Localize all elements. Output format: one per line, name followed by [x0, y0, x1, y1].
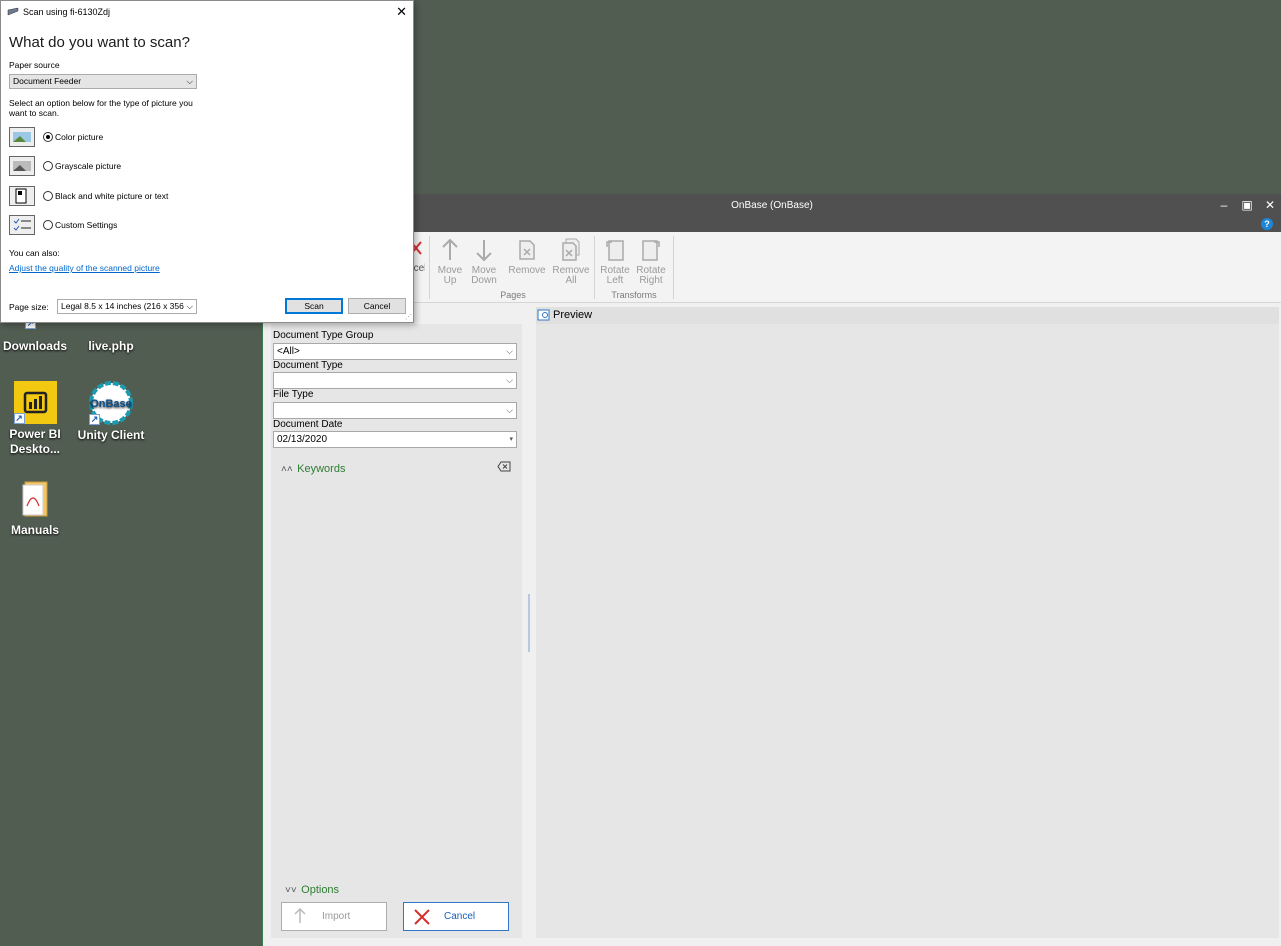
desktop-icon-label: live.php	[88, 339, 134, 353]
desktop-icon-label: Manuals	[10, 523, 59, 537]
remove-page-icon	[519, 240, 535, 260]
rotate-right-button[interactable]: Rotate Right	[635, 238, 667, 286]
page-size-select[interactable]: Legal 8.5 x 14 inches (216 x 356 ⌵	[57, 299, 197, 314]
scan-button[interactable]: Scan	[285, 298, 343, 314]
move-up-button[interactable]: Move Up	[435, 238, 465, 286]
remove-all-icon	[562, 238, 580, 261]
file-type-select[interactable]: ⌵	[273, 402, 517, 419]
custom-settings-radio[interactable]	[43, 220, 53, 230]
paper-source-label: Paper source	[9, 60, 60, 70]
desktop-icon-power-bi[interactable]: ↗ Power BI Deskto...	[0, 381, 73, 457]
black-white-picture-icon	[9, 186, 35, 206]
black-white-picture-label[interactable]: Black and white picture or text	[55, 191, 168, 201]
remove-button[interactable]: Remove	[507, 238, 547, 276]
rotate-right-icon	[642, 240, 660, 261]
window-title: OnBase (OnBase)	[731, 200, 813, 211]
color-picture-label[interactable]: Color picture	[55, 132, 103, 142]
doc-type-group-select[interactable]: <All> ⌵	[273, 343, 517, 360]
resize-grip[interactable]: ⋰	[405, 313, 412, 321]
instruction-text: Select an option below for the type of p…	[9, 98, 193, 118]
move-down-button[interactable]: Move Down	[469, 238, 499, 286]
desktop-icon-unity-client[interactable]: OnBase ↗ Unity Client	[73, 381, 149, 443]
doc-date-label: Document Date	[273, 419, 343, 430]
cancel-x-icon	[414, 909, 430, 925]
chevron-down-icon: ⌵	[506, 346, 513, 356]
desktop-icon-label: Unity Client	[77, 428, 145, 442]
preview-pane	[536, 324, 1279, 938]
file-type-label: File Type	[273, 389, 314, 400]
dialog-title: Scan using fi-6130Zdj	[23, 7, 111, 17]
preview-header: Preview	[536, 307, 1279, 324]
ribbon: cel MoveUp MoveDown Remove RemoveAll Pag…	[263, 232, 1281, 303]
preview-icon	[537, 309, 550, 321]
remove-all-button[interactable]: Remove All	[551, 238, 591, 286]
arrow-up-icon	[294, 908, 306, 923]
close-button[interactable]: ✕	[1259, 197, 1281, 213]
dialog-cancel-button[interactable]: Cancel	[348, 298, 406, 314]
doc-type-group-label: Document Type Group	[273, 330, 374, 341]
grayscale-picture-icon	[9, 156, 35, 176]
color-picture-radio[interactable]	[43, 132, 53, 142]
chevron-down-icon: ⌵	[506, 405, 513, 415]
grayscale-picture-radio[interactable]	[43, 161, 53, 171]
pages-group-label: Pages	[500, 290, 526, 300]
custom-settings-label[interactable]: Custom Settings	[55, 220, 117, 230]
arrow-down-icon	[476, 240, 492, 262]
doc-type-label: Document Type	[273, 360, 343, 371]
chevron-down-double-icon: ˅˅	[285, 885, 297, 896]
minimize-button[interactable]: –	[1213, 197, 1235, 213]
keywords-toggle[interactable]: ˄˄ Keywords	[281, 459, 345, 477]
rotate-left-icon	[606, 240, 624, 261]
help-icon[interactable]: ?	[1261, 218, 1273, 230]
import-properties-panel: Document Type Group <All> ⌵ Document Type…	[271, 324, 522, 938]
chevron-up-double-icon: ˄˄	[281, 464, 293, 475]
pdf-folder-icon	[13, 478, 57, 520]
desktop-icon-manuals[interactable]: Manuals	[0, 478, 73, 538]
dialog-heading: What do you want to scan?	[9, 34, 190, 51]
color-picture-icon	[9, 127, 35, 147]
page-size-label: Page size:	[9, 302, 49, 312]
onbase-window: OnBase (OnBase) – ▣ ✕ ? cel MoveUp MoveD…	[262, 194, 1281, 946]
paper-source-select[interactable]: Document Feeder ⌵	[9, 74, 197, 89]
doc-date-input[interactable]: 02/13/2020 ▾	[273, 431, 517, 448]
cancel-button[interactable]: Cancel	[403, 902, 509, 931]
dialog-title-bar: Scan using fi-6130Zdj ✕	[1, 1, 413, 25]
clear-keywords-icon[interactable]	[497, 459, 511, 472]
power-bi-icon: ↗	[13, 381, 57, 424]
panel-splitter[interactable]	[528, 594, 530, 652]
grayscale-picture-label[interactable]: Grayscale picture	[55, 161, 121, 171]
chevron-down-icon: ⌵	[186, 300, 193, 313]
you-can-also-text: You can also:	[9, 248, 60, 258]
maximize-button[interactable]: ▣	[1236, 197, 1258, 213]
black-white-picture-radio[interactable]	[43, 191, 53, 201]
transforms-group-label: Transforms	[611, 290, 657, 300]
close-icon[interactable]: ✕	[396, 1, 407, 23]
import-button[interactable]: Import	[281, 902, 387, 931]
rotate-left-button[interactable]: Rotate Left	[599, 238, 631, 286]
arrow-up-icon	[442, 238, 458, 260]
chevron-down-icon: ⌵	[506, 375, 513, 385]
custom-settings-icon	[9, 215, 35, 235]
scan-dialog: Scan using fi-6130Zdj ✕ What do you want…	[0, 0, 414, 323]
svg-text:OnBase: OnBase	[90, 398, 132, 410]
chevron-down-icon: ⌵	[186, 76, 193, 86]
doc-type-select[interactable]: ⌵	[273, 372, 517, 389]
calendar-dropdown-icon: ▾	[509, 436, 513, 443]
desktop-icon-label: Power BI Deskto...	[9, 427, 61, 456]
onbase-logo-icon: OnBase ↗	[89, 381, 133, 425]
scanner-icon	[7, 7, 19, 16]
options-toggle[interactable]: ˅˅ Options	[285, 880, 339, 898]
adjust-quality-link[interactable]: Adjust the quality of the scanned pictur…	[9, 263, 160, 273]
desktop-icon-label: Downloads	[2, 339, 67, 353]
title-bar: OnBase (OnBase) – ▣ ✕ ?	[263, 194, 1281, 232]
